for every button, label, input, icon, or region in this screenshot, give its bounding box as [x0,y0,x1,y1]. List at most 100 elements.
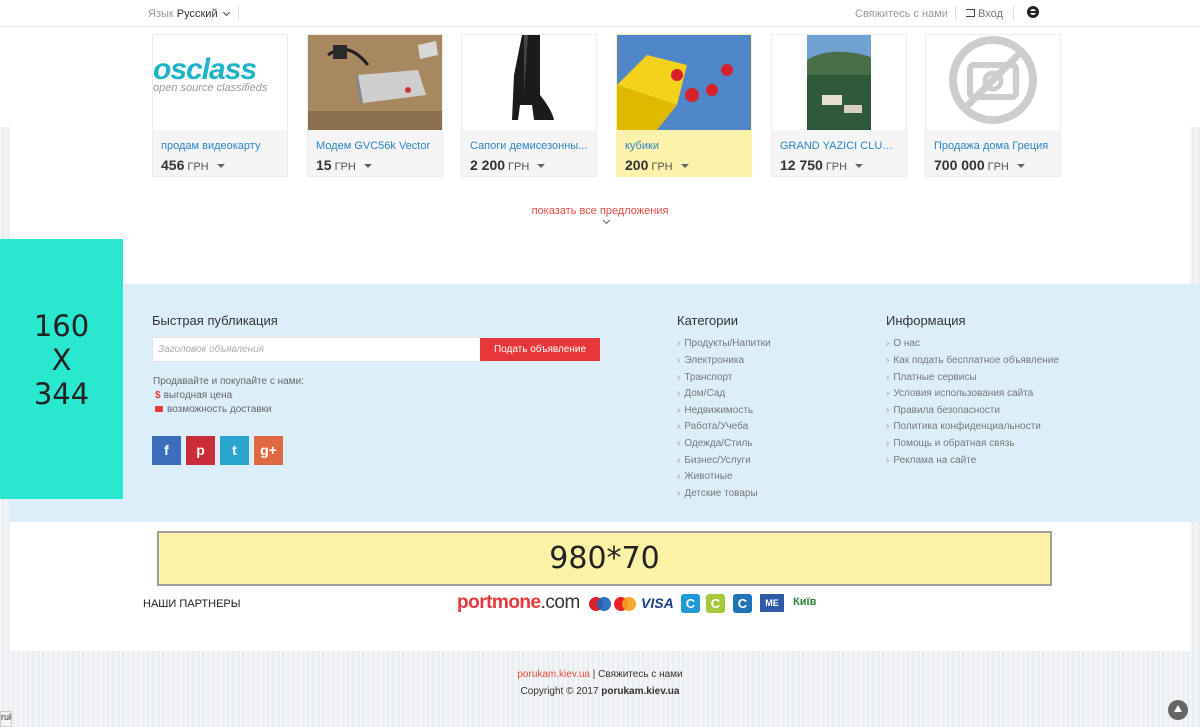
caret-down-icon [680,164,689,168]
price-currency: ГРН [508,161,530,173]
product-title[interactable]: Продажа дома Греция [934,140,1054,152]
bank-badge-icon[interactable]: C [706,594,725,613]
product-title[interactable]: GRAND YAZICI CLUB TU... [780,140,900,152]
price-currency: ГРН [987,161,1009,173]
modem-photo [308,35,442,111]
product-image[interactable] [308,35,442,130]
boots-photo [512,35,554,120]
chevron-down-icon[interactable] [602,216,611,225]
side-ad-line: X [51,343,72,377]
me-logo-icon[interactable]: ME [760,594,784,612]
product-card[interactable]: osclass open source classifieds продам в… [152,34,288,177]
category-link[interactable]: Недвижимость [677,405,753,416]
copyright-text: Copyright © 2017 [520,686,599,697]
show-all-link[interactable]: показать все предложения [0,205,1200,217]
price-value: 2 200 [470,157,506,173]
osclass-logo-tagline: open source classifieds [153,82,268,94]
product-title[interactable]: Модем GVC56k Vector [316,140,436,152]
product-title[interactable]: кубики [625,140,745,152]
footer-divider: | [592,669,596,680]
side-ad-line: 160 [33,309,90,343]
info-link[interactable]: О нас [886,338,920,349]
product-price[interactable]: 12 750 ГРН [780,157,864,173]
caret-down-icon [1016,164,1025,168]
product-card[interactable]: Модем GVC56k Vector 15 ГРН [307,34,443,177]
caret-down-icon [537,164,546,168]
category-link[interactable]: Дом/Сад [677,388,725,399]
dollar-icon: $ [155,390,161,401]
facebook-icon[interactable]: f [152,436,181,465]
scroll-top-icon[interactable] [1168,700,1188,720]
product-card[interactable]: кубики 200 ГРН [616,34,752,177]
category-link[interactable]: Работа/Учеба [677,421,748,432]
site-link[interactable]: porukam.kiev.ua [517,669,590,680]
language-value: Русский [176,8,218,20]
price-currency: ГРН [334,161,356,173]
info-link[interactable]: Платные сервисы [886,372,976,383]
product-image[interactable] [772,35,906,130]
info-link[interactable]: Условия использования сайта [886,388,1033,399]
price-currency: ГРН [187,161,209,173]
category-link[interactable]: Бизнес/Услуги [677,455,750,466]
info-link[interactable]: Политика конфиденциальности [886,421,1041,432]
price-value: 12 750 [780,157,823,173]
caret-down-icon [363,164,372,168]
product-card[interactable]: GRAND YAZICI CLUB TU... 12 750ГРН [771,34,907,177]
side-ad-banner[interactable]: 160 X 344 [0,239,123,499]
feature-label: возможность доставки [167,404,272,415]
product-image[interactable] [462,35,596,130]
category-link[interactable]: Животные [677,471,732,482]
category-link[interactable]: Одежда/Стиль [677,438,752,449]
ad-banner[interactable]: 980*70 [157,531,1052,586]
visa-logo[interactable]: VISA [641,595,674,611]
product-price[interactable]: 2 200 ГРН [470,157,546,173]
gear-icon[interactable] [1027,6,1039,18]
google-plus-icon[interactable]: g+ [254,436,283,465]
twitter-icon[interactable]: t [220,436,249,465]
bank-badge-icon[interactable]: C [681,594,700,613]
maestro-icon[interactable] [589,597,611,611]
price-value: 456 [161,157,185,173]
category-link[interactable]: Детские товары [677,488,757,499]
feature-item: возможность доставки [155,404,272,415]
kyiv-logo[interactable]: Київ [793,596,816,608]
footer-contact-link[interactable]: Свяжитесь с нами [598,669,682,680]
submit-listing-button[interactable]: Подать объявление [480,338,600,361]
caret-down-icon [855,164,864,168]
mastercard-icon[interactable] [614,597,636,611]
info-link[interactable]: Реклама на сайте [886,455,976,466]
no-photo-icon [949,36,1037,124]
info-link[interactable]: Правила безопасности [886,405,1000,416]
pinterest-icon[interactable]: p [186,436,215,465]
price-value: 15 [316,157,332,173]
category-link[interactable]: Электроника [677,355,744,366]
listing-title-input[interactable]: Заголовок объявления [152,337,482,362]
product-title[interactable]: продам видеокарту [161,140,281,152]
info-link[interactable]: Помощь и обратная связь [886,438,1014,449]
product-card[interactable]: Продажа дома Греция 700 000 ГРН [925,34,1061,177]
product-price[interactable]: 200 ГРН [625,157,689,173]
category-link[interactable]: Транспорт [677,372,732,383]
product-card[interactable]: Сапоги демисезонны... 2 200 ГРН [461,34,597,177]
partners-label: НАШИ ПАРТНЕРЫ [143,598,241,610]
info-link[interactable]: Как подать бесплатное объявление [886,355,1059,366]
bank-badge-icon[interactable]: C [733,594,752,613]
product-price[interactable]: 456 ГРН [161,157,225,173]
contact-link[interactable]: Свяжитесь с нами [855,8,948,20]
login-link[interactable]: Вход [966,8,1003,20]
price-currency: ГРН [651,161,673,173]
language-selector[interactable]: Язык Русский [148,8,230,20]
product-title[interactable]: Сапоги демисезонны... [470,140,590,152]
product-price[interactable]: 15 ГРН [316,157,372,173]
product-image[interactable] [617,35,751,130]
portmone-logo[interactable]: portmone.com [457,592,580,614]
login-icon [966,9,975,17]
category-link[interactable]: Продукты/Напитки [677,338,770,349]
price-value: 700 000 [934,157,985,173]
product-image[interactable] [926,35,1060,130]
chevron-down-icon [222,8,230,17]
product-image[interactable]: osclass open source classifieds [153,35,287,130]
price-currency: ГРН [825,161,848,173]
product-price[interactable]: 700 000 ГРН [934,157,1025,173]
quick-publish-title: Быстрая публикация [152,313,278,328]
